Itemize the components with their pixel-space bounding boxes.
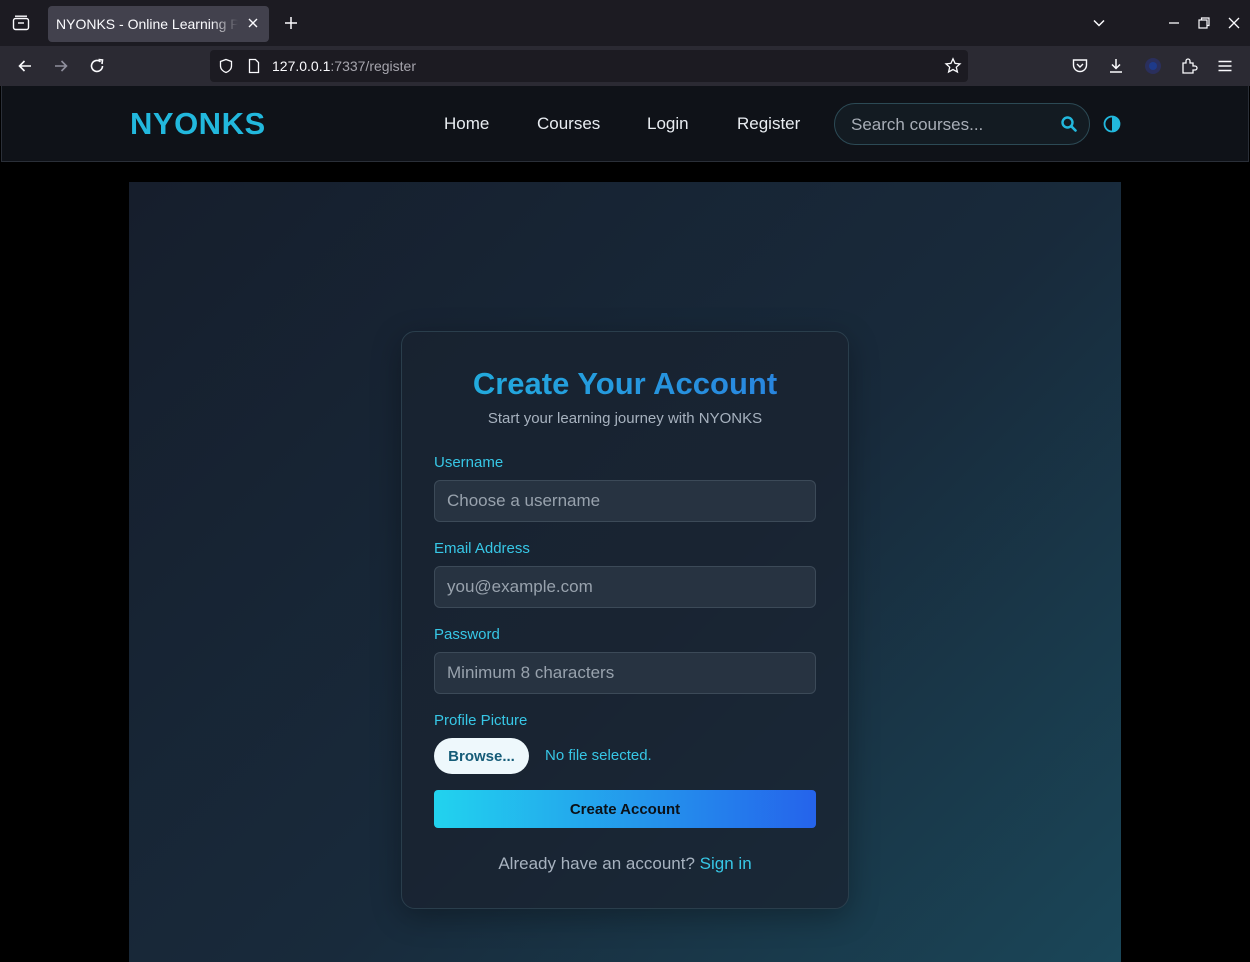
email-label: Email Address: [434, 540, 530, 557]
tab-title: NYONKS - Online Learning Platform: [56, 16, 238, 32]
minimize-icon[interactable]: [1163, 12, 1185, 34]
page-subtitle: Start your learning journey with NYONKS: [487, 410, 763, 427]
signin-prompt-text: Already have an account?: [498, 854, 695, 873]
tab-list-icon[interactable]: [8, 11, 34, 35]
page-icon[interactable]: [246, 58, 262, 79]
close-tab-icon[interactable]: [245, 15, 261, 31]
menu-icon[interactable]: [1212, 53, 1238, 79]
site-logo[interactable]: NYONKS: [130, 106, 266, 142]
browser-nav-bar: 127.0.0.1:7337/register: [0, 46, 1250, 86]
nav-link-courses[interactable]: Courses: [537, 114, 600, 134]
search-icon[interactable]: [1059, 114, 1079, 134]
browse-file-button[interactable]: Browse...: [434, 738, 529, 774]
new-tab-icon[interactable]: [280, 12, 302, 34]
create-account-button[interactable]: Create Account: [434, 790, 816, 828]
pocket-icon[interactable]: [1067, 53, 1093, 79]
account-avatar-icon[interactable]: [1140, 53, 1166, 79]
extensions-icon[interactable]: [1176, 53, 1202, 79]
username-label: Username: [434, 454, 504, 471]
username-field[interactable]: [434, 480, 816, 522]
search-input[interactable]: [851, 114, 1051, 136]
nav-link-register[interactable]: Register: [737, 114, 800, 134]
password-field[interactable]: [434, 652, 816, 694]
url-host: 127.0.0.1: [272, 58, 331, 74]
theme-toggle-icon[interactable]: [1103, 115, 1121, 133]
reload-icon[interactable]: [84, 53, 110, 79]
bookmark-star-icon[interactable]: [944, 57, 962, 80]
main-panel: Create Your Account Start your learning …: [129, 182, 1121, 962]
file-status-text: No file selected.: [545, 747, 652, 764]
url-bar[interactable]: 127.0.0.1:7337/register: [210, 50, 968, 82]
url-path: :7337/register: [330, 58, 416, 74]
browser-tab-active[interactable]: NYONKS - Online Learning Platform: [48, 6, 269, 42]
back-icon[interactable]: [12, 53, 38, 79]
nav-link-login[interactable]: Login: [647, 114, 689, 134]
password-label: Password: [434, 626, 500, 643]
page-title: Create Your Account: [402, 366, 848, 402]
search-box: [834, 103, 1090, 145]
url-text[interactable]: 127.0.0.1:7337/register: [272, 58, 416, 74]
site-header: NYONKS Home Courses Login Register: [1, 86, 1249, 162]
register-card: Create Your Account Start your learning …: [401, 331, 849, 909]
nav-link-home[interactable]: Home: [444, 114, 489, 134]
profile-picture-label: Profile Picture: [434, 712, 528, 729]
shield-icon[interactable]: [218, 58, 234, 79]
restore-icon[interactable]: [1193, 12, 1215, 34]
chevron-down-icon[interactable]: [1088, 12, 1110, 34]
forward-icon[interactable]: [48, 53, 74, 79]
signin-prompt: Already have an account? Sign in: [402, 854, 848, 874]
downloads-icon[interactable]: [1103, 53, 1129, 79]
email-field[interactable]: [434, 566, 816, 608]
browser-tab-bar: NYONKS - Online Learning Platform: [0, 0, 1250, 46]
signin-link[interactable]: Sign in: [700, 854, 752, 873]
close-window-icon[interactable]: [1223, 12, 1245, 34]
